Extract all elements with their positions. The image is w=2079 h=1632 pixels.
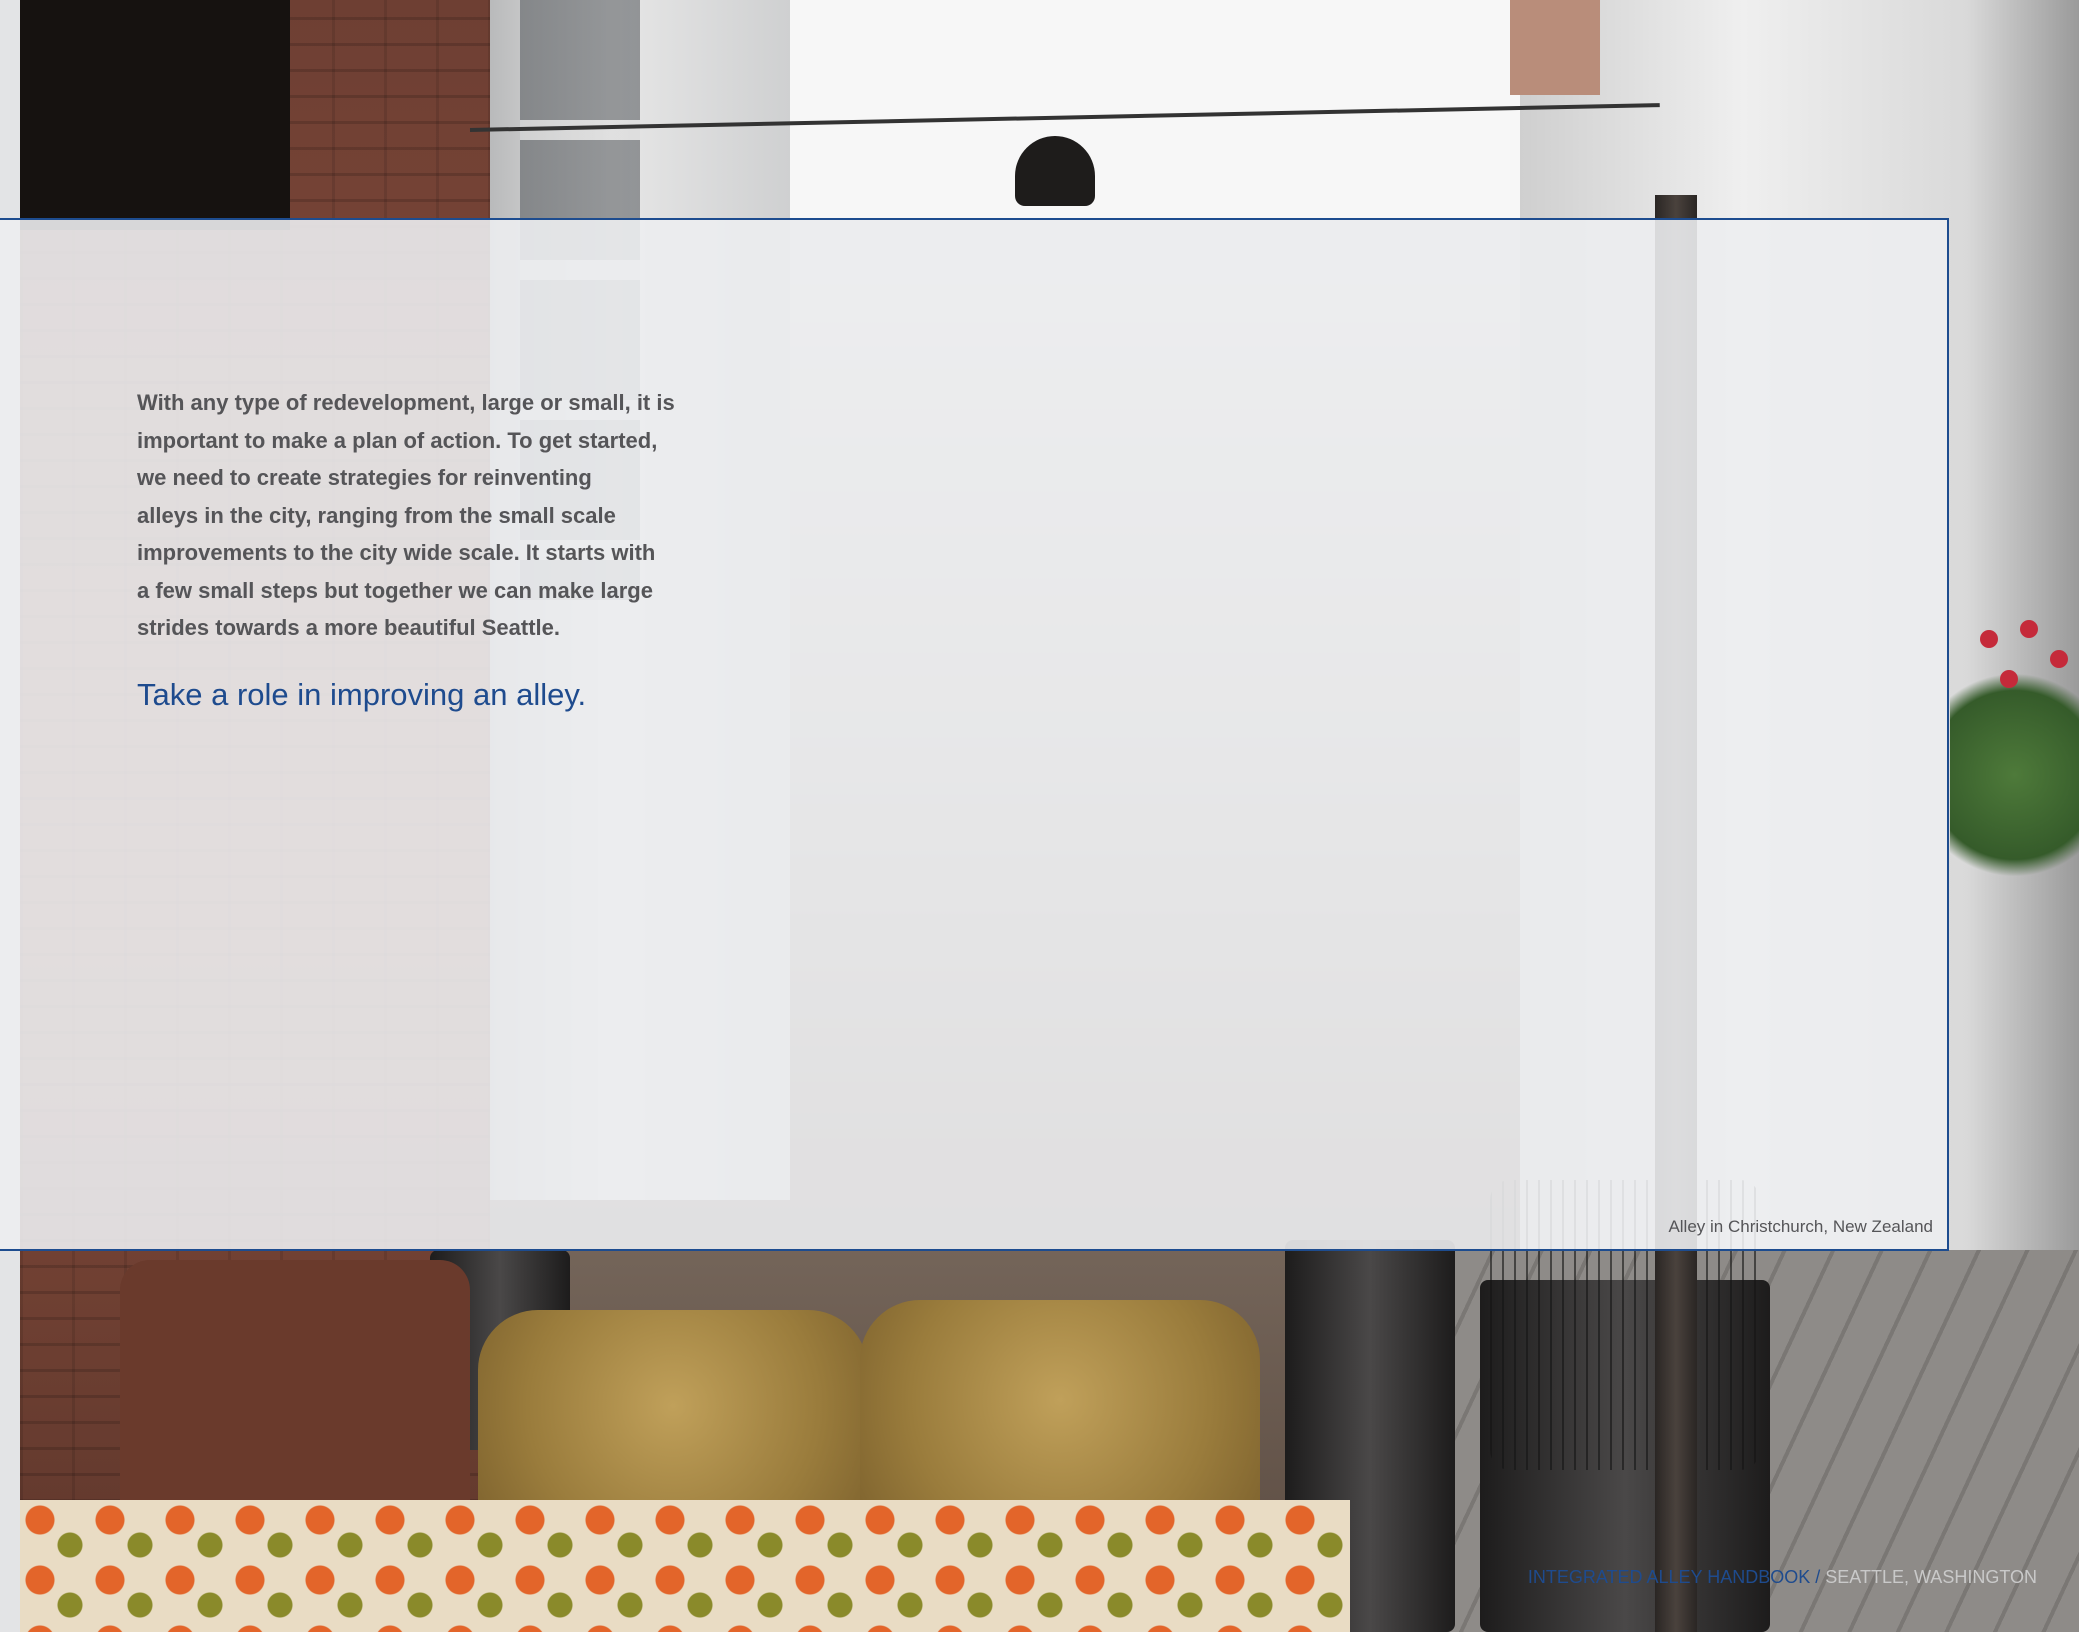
page-footer: INTEGRATED ALLEY HANDBOOK / SEATTLE, WAS…: [1528, 1565, 2037, 1589]
photo-hanging-lamp: [1015, 136, 1095, 206]
photo-leather-sofa: [120, 1260, 470, 1510]
footer-publication-title: INTEGRATED ALLEY HANDBOOK: [1527, 1567, 1811, 1587]
call-to-action-heading: Take a role in improving an alley.: [137, 677, 587, 712]
photo-billboard: [1510, 0, 1600, 95]
photo-doorway: [20, 0, 290, 230]
footer-separator: /: [1815, 1567, 1821, 1587]
text-overlay-panel: [0, 218, 1949, 1251]
footer-location: SEATTLE, WASHINGTON: [1825, 1567, 2037, 1587]
intro-paragraph: With any type of redevelopment, large or…: [137, 390, 675, 640]
photo-floral-sofa: [20, 1500, 1350, 1632]
photo-flowers: [1960, 620, 2079, 880]
photo-caption: Alley in Christchurch, New Zealand: [1668, 1217, 1933, 1236]
